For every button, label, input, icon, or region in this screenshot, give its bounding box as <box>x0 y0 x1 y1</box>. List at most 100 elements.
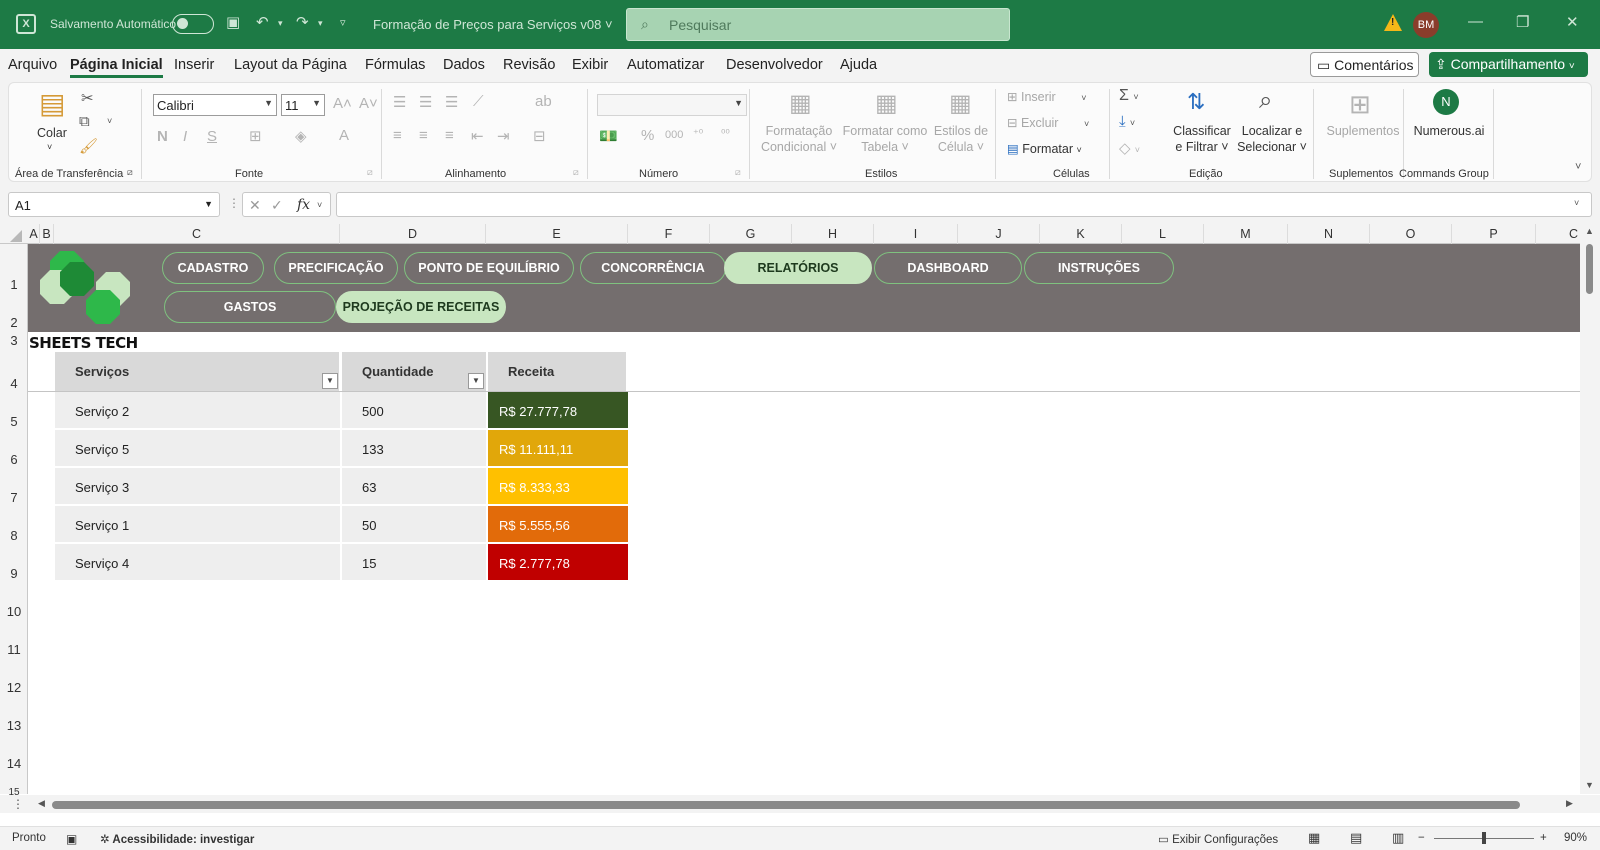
select-all-icon[interactable] <box>10 230 22 242</box>
tab-pagina-inicial[interactable]: Página Inicial <box>70 57 163 78</box>
align-left-icon[interactable]: ≡ <box>393 127 402 144</box>
tab-formulas[interactable]: Fórmulas <box>365 57 425 73</box>
page-break-view-icon[interactable]: ▥ <box>1392 830 1404 846</box>
cancel-icon[interactable]: ✕ <box>249 197 261 214</box>
numerous-ai-button[interactable]: Numerous.ai <box>1407 123 1491 139</box>
tab-automatizar[interactable]: Automatizar <box>627 57 704 73</box>
nav-relatorios[interactable]: RELATÓRIOS <box>724 252 872 284</box>
column-header[interactable]: J <box>958 224 1040 244</box>
filter-dropdown-icon[interactable]: ▼ <box>468 373 484 389</box>
find-select-icon[interactable]: ⌕ <box>1259 87 1272 115</box>
decrease-indent-icon[interactable]: ⇤ <box>471 127 484 145</box>
font-size-select[interactable]: 11 ▼ <box>281 94 325 116</box>
row-header[interactable]: 2 <box>0 315 28 330</box>
service-cell[interactable]: Serviço 5 <box>55 430 340 467</box>
customize-toolbar-icon[interactable]: ▿ <box>340 16 346 29</box>
insert-function-icon[interactable]: fx <box>297 197 310 213</box>
column-header[interactable]: M <box>1204 224 1288 244</box>
align-center-icon[interactable]: ≡ <box>419 127 428 144</box>
quantity-cell[interactable]: 15 <box>342 544 486 581</box>
align-bottom-icon[interactable]: ☰ <box>445 93 458 111</box>
number-format-select[interactable]: ▼ <box>597 94 747 116</box>
align-right-icon[interactable]: ≡ <box>445 127 454 144</box>
horizontal-scroll-thumb[interactable] <box>52 801 1520 809</box>
quantity-cell[interactable]: 133 <box>342 430 486 467</box>
service-cell[interactable]: Serviço 2 <box>55 392 340 429</box>
format-as-table-icon[interactable]: ▦ <box>875 89 898 118</box>
row-header[interactable]: 10 <box>0 604 28 619</box>
column-header[interactable]: F <box>628 224 710 244</box>
filter-dropdown-icon[interactable]: ▼ <box>322 373 338 389</box>
tab-dados[interactable]: Dados <box>443 57 485 73</box>
cell-styles-icon[interactable]: ▦ <box>949 89 972 118</box>
decrease-decimal-icon[interactable]: ⁰⁰ <box>721 127 730 140</box>
sort-filter-button[interactable]: Classificar e Filtrar ˅ <box>1167 123 1237 155</box>
row-header[interactable]: 11 <box>0 642 28 657</box>
normal-view-icon[interactable]: ▦ <box>1308 830 1320 846</box>
row-header[interactable]: 6 <box>0 452 28 467</box>
percent-icon[interactable]: % <box>641 127 654 144</box>
revenue-cell[interactable]: R$ 2.777,78 <box>488 544 628 581</box>
row-header[interactable]: 4 <box>0 376 28 391</box>
share-button[interactable]: ⇪ Compartilhamento ˅ <box>1429 52 1588 77</box>
service-cell[interactable]: Serviço 1 <box>55 506 340 543</box>
currency-icon[interactable]: 💵 <box>599 127 618 145</box>
row-header[interactable]: 8 <box>0 528 28 543</box>
addins-button[interactable]: Suplementos <box>1321 123 1405 139</box>
nav-instrucoes[interactable]: INSTRUÇÕES <box>1024 252 1174 284</box>
autosave-toggle[interactable] <box>172 14 214 34</box>
row-header[interactable]: 7 <box>0 490 28 505</box>
column-header[interactable]: L <box>1122 224 1204 244</box>
align-top-icon[interactable]: ☰ <box>393 93 406 111</box>
column-header[interactable]: N <box>1288 224 1370 244</box>
format-painter-icon[interactable]: 🖌 <box>79 137 98 155</box>
paste-dropdown-icon[interactable]: ˅ <box>47 139 52 155</box>
font-launcher-icon[interactable]: ⧄ <box>367 167 373 178</box>
horizontal-scrollbar[interactable]: ⋮ ◀ ▶ <box>0 795 1600 813</box>
avatar[interactable]: BM <box>1413 12 1439 38</box>
tab-desenvolvedor[interactable]: Desenvolvedor <box>726 57 823 73</box>
undo-dropdown-icon[interactable]: ▾ <box>278 18 283 29</box>
close-icon[interactable]: ✕ <box>1566 13 1579 31</box>
page-layout-view-icon[interactable]: ▤ <box>1350 830 1362 846</box>
decrease-font-icon[interactable]: A˅ <box>359 95 378 112</box>
tab-arquivo[interactable]: Arquivo <box>8 57 57 73</box>
column-header[interactable]: I <box>874 224 958 244</box>
orientation-icon[interactable]: ⟋ <box>473 93 484 110</box>
scroll-up-icon[interactable]: ▲ <box>1585 226 1594 236</box>
formula-input[interactable] <box>336 192 1592 217</box>
column-header[interactable]: O <box>1370 224 1452 244</box>
zoom-out-icon[interactable]: − <box>1418 832 1425 844</box>
insert-cells-button[interactable]: ⊞ Inserir ˅ <box>1007 89 1086 106</box>
autosum-icon[interactable]: Σ ˅ <box>1119 87 1139 105</box>
copy-dropdown-icon[interactable]: ˅ <box>107 116 112 126</box>
conditional-format-button[interactable]: Formatação Condicional ˅ <box>759 123 839 155</box>
column-header[interactable]: B <box>40 224 54 244</box>
number-launcher-icon[interactable]: ⧄ <box>735 167 741 178</box>
font-name-select[interactable]: Calibri ▼ <box>153 94 277 116</box>
format-cells-button[interactable]: ▤ Formatar ˅ <box>1007 141 1082 158</box>
sheet-options-icon[interactable]: ⋮ <box>12 797 24 811</box>
italic-icon[interactable]: I <box>183 128 187 145</box>
revenue-cell[interactable]: R$ 11.111,11 <box>488 430 628 467</box>
row-header[interactable]: 12 <box>0 680 28 695</box>
chevron-down-icon[interactable]: ˅ <box>317 200 322 210</box>
enter-icon[interactable]: ✓ <box>271 197 283 214</box>
zoom-level[interactable]: 90% <box>1564 832 1587 844</box>
accessibility-status[interactable]: ✲ Acessibilidade: investigar <box>100 832 254 846</box>
column-header[interactable]: D <box>340 224 486 244</box>
copy-icon[interactable]: ⧉ <box>79 113 90 130</box>
service-cell[interactable]: Serviço 3 <box>55 468 340 505</box>
collapse-ribbon-icon[interactable]: ˅ <box>1575 161 1581 173</box>
nav-ponto-equilibrio[interactable]: PONTO DE EQUILÍBRIO <box>404 252 574 284</box>
search-box[interactable]: ⌕ Pesquisar <box>626 8 1010 41</box>
thousands-icon[interactable]: 000 <box>665 129 683 141</box>
conditional-format-icon[interactable]: ▦ <box>789 89 812 118</box>
revenue-cell[interactable]: R$ 5.555,56 <box>488 506 628 543</box>
fill-color-icon[interactable]: ◈ <box>295 127 307 145</box>
paste-icon[interactable]: ▤ <box>39 87 65 120</box>
increase-indent-icon[interactable]: ⇥ <box>497 127 510 145</box>
service-cell[interactable]: Serviço 4 <box>55 544 340 581</box>
more-icon[interactable]: ⋮ <box>228 196 240 210</box>
borders-icon[interactable]: ⊞ <box>249 127 262 145</box>
